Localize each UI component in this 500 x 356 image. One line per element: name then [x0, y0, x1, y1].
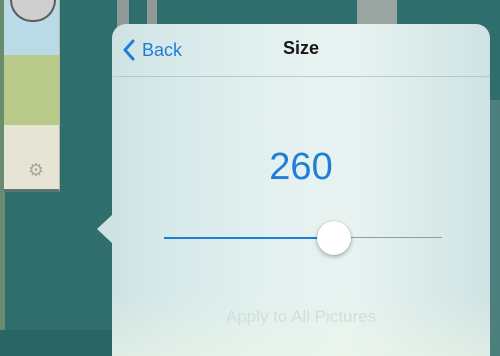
picture-thumbnail[interactable]: ⚙ — [4, 0, 60, 192]
slider-track-filled — [164, 237, 334, 239]
apply-to-all-button[interactable]: Apply to All Pictures — [112, 307, 490, 327]
size-slider[interactable] — [164, 221, 442, 255]
popover-title: Size — [282, 38, 320, 58]
slider-thumb[interactable] — [317, 221, 351, 255]
popover-nav-bar: Back Size — [112, 24, 490, 76]
canvas-background — [60, 0, 115, 356]
popover-arrow — [97, 214, 113, 244]
gear-icon[interactable]: ⚙ — [26, 160, 46, 180]
thumbnail-grass — [4, 55, 59, 125]
size-value: 260 — [269, 146, 333, 188]
nav-divider — [112, 76, 490, 77]
size-popover: Back Size 260 Apply to All Pictures — [112, 24, 490, 356]
